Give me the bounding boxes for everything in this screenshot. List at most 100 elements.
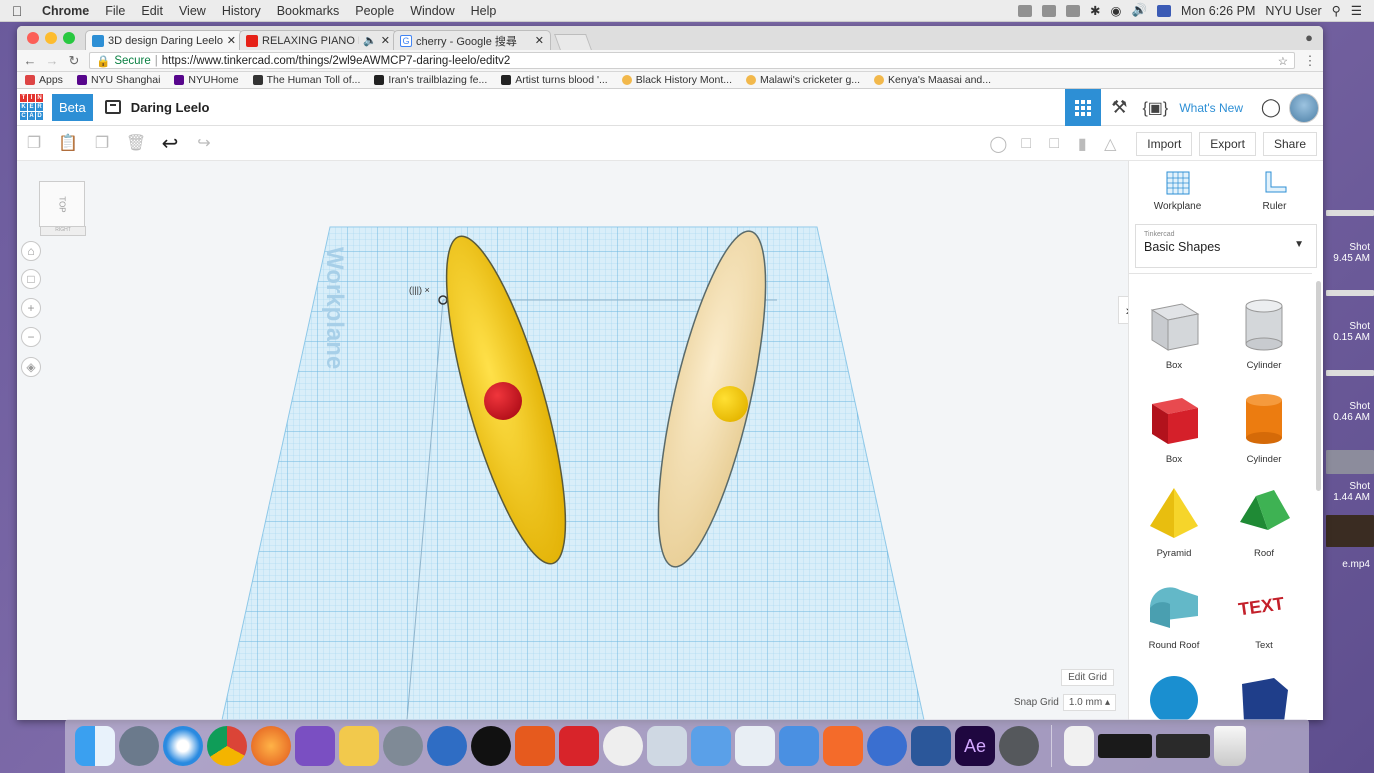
- desktop-file[interactable]: Shot 9.45 AM: [1322, 242, 1374, 264]
- menu-edit[interactable]: Edit: [133, 4, 171, 18]
- workplane-scene[interactable]: Workplane (|||) ×: [17, 161, 1128, 720]
- tab-tinkercad[interactable]: 3D design Daring Leelo | Tinkerc ✕: [85, 30, 243, 50]
- finder-icon[interactable]: [75, 726, 115, 766]
- home-view-button[interactable]: ⌂: [21, 241, 41, 261]
- bookmark-item[interactable]: Kenya's Maasai and...: [874, 74, 991, 86]
- network-icon[interactable]: [647, 726, 687, 766]
- workplane-tool[interactable]: Workplane: [1129, 170, 1226, 216]
- paste-icon[interactable]: 📋: [51, 133, 85, 153]
- bluetooth-icon[interactable]: ✱: [1090, 3, 1100, 18]
- clock[interactable]: Mon 6:26 PM: [1181, 4, 1255, 18]
- tab-google[interactable]: G cherry - Google 搜尋 ✕: [393, 30, 551, 50]
- menu-window[interactable]: Window: [402, 4, 462, 18]
- apple-icon[interactable]: : [0, 3, 34, 19]
- bookmark-item[interactable]: Black History Mont...: [621, 74, 732, 86]
- chrome-icon[interactable]: [207, 726, 247, 766]
- system-preferences-icon[interactable]: [999, 726, 1039, 766]
- new-tab-button[interactable]: [554, 34, 592, 50]
- close-tab-icon[interactable]: ✕: [535, 34, 544, 47]
- desktop-file-thumb[interactable]: [1326, 210, 1374, 216]
- shape-pyramid[interactable]: Pyramid: [1129, 482, 1219, 559]
- bookmark-item[interactable]: The Human Toll of...: [252, 74, 360, 86]
- edit-grid-button[interactable]: Edit Grid: [1061, 669, 1114, 686]
- bookmark-item[interactable]: NYU Shanghai: [76, 74, 160, 86]
- status-app-icon[interactable]: [1042, 4, 1057, 17]
- shape-sphere[interactable]: [1129, 666, 1219, 720]
- shape-cylinder[interactable]: Cylinder: [1219, 388, 1309, 465]
- status-app-icon[interactable]: [1066, 4, 1081, 17]
- desktop-file-thumb[interactable]: [1326, 450, 1374, 474]
- whats-new-link[interactable]: What's New: [1179, 101, 1243, 115]
- 3d-view-button[interactable]: [1065, 89, 1102, 126]
- gear-app-icon[interactable]: [603, 726, 643, 766]
- bookmark-item[interactable]: NYUHome: [174, 74, 239, 86]
- chrome-profile-icon[interactable]: ●: [1305, 30, 1313, 45]
- desktop-file[interactable]: Shot 1.44 AM: [1322, 481, 1374, 503]
- word-icon[interactable]: [911, 726, 951, 766]
- trash-icon[interactable]: [1214, 726, 1246, 766]
- notification-center-icon[interactable]: ☰: [1351, 3, 1362, 18]
- menu-bookmarks[interactable]: Bookmarks: [269, 4, 348, 18]
- lightbulb-icon[interactable]: ◯: [984, 134, 1012, 154]
- zoom-out-button[interactable]: −: [21, 327, 41, 347]
- chrome-menu-icon[interactable]: ⋮: [1303, 53, 1317, 69]
- mirror-icon[interactable]: △: [1096, 134, 1124, 154]
- menu-view[interactable]: View: [171, 4, 214, 18]
- zoom-in-button[interactable]: +: [21, 298, 41, 318]
- folder-stack-icon[interactable]: [1156, 734, 1210, 758]
- bookmark-star-icon[interactable]: ☆: [1278, 54, 1288, 68]
- close-window-button[interactable]: [27, 32, 39, 44]
- menu-help[interactable]: Help: [463, 4, 505, 18]
- perspective-button[interactable]: ◈: [21, 357, 41, 377]
- shape-box[interactable]: Box: [1129, 388, 1219, 465]
- undo-icon[interactable]: ↩: [153, 131, 187, 156]
- audio-icon[interactable]: 🔈: [363, 34, 377, 47]
- view-cube[interactable]: TOP RIGHT: [39, 181, 86, 236]
- user-name[interactable]: NYU User: [1265, 4, 1321, 18]
- share-button[interactable]: Share: [1262, 131, 1317, 156]
- align-icon[interactable]: ▮: [1068, 134, 1096, 154]
- shape-polygon[interactable]: [1219, 666, 1309, 720]
- firefox-icon[interactable]: [251, 726, 291, 766]
- wifi-icon[interactable]: ◉: [1111, 3, 1122, 18]
- status-app-icon[interactable]: [1018, 4, 1033, 17]
- imovie-icon[interactable]: [295, 726, 335, 766]
- safari-icon[interactable]: [163, 726, 203, 766]
- design-list-icon[interactable]: [104, 100, 121, 114]
- keynote-icon[interactable]: [779, 726, 819, 766]
- reload-icon[interactable]: ↻: [67, 53, 81, 69]
- omnibox[interactable]: 🔒 Secure | https://www.tinkercad.com/thi…: [89, 52, 1295, 69]
- desktop-file[interactable]: Shot 0.46 AM: [1322, 401, 1374, 423]
- matlab-icon[interactable]: [515, 726, 555, 766]
- document-icon[interactable]: [1064, 726, 1094, 766]
- launchpad-icon[interactable]: [119, 726, 159, 766]
- panel-scrollbar[interactable]: [1316, 281, 1321, 491]
- fit-view-button[interactable]: □: [21, 269, 41, 289]
- bookmark-apps[interactable]: Apps: [25, 74, 63, 86]
- design-name[interactable]: Daring Leelo: [131, 100, 210, 115]
- bookmark-item[interactable]: Iran's trailblazing fe...: [374, 74, 487, 86]
- mathematica-icon[interactable]: [559, 726, 599, 766]
- windows-icon[interactable]: [867, 726, 907, 766]
- desktop-file-thumb[interactable]: [1326, 515, 1374, 547]
- zoom-window-button[interactable]: [63, 32, 75, 44]
- after-effects-icon[interactable]: Ae: [955, 726, 995, 766]
- solid-icon[interactable]: □: [1012, 135, 1040, 153]
- pickaxe-icon[interactable]: ⚒: [1101, 97, 1137, 118]
- close-tab-icon[interactable]: ✕: [227, 34, 236, 47]
- r-icon[interactable]: [427, 726, 467, 766]
- snap-grid-select[interactable]: 1.0 mm ▴: [1062, 694, 1116, 711]
- tab-youtube[interactable]: RELAXING PIANO Disney Pi 🔈 ✕: [239, 30, 397, 50]
- webex-icon[interactable]: [339, 726, 379, 766]
- desktop-file-thumb[interactable]: [1326, 290, 1374, 296]
- shape-text[interactable]: TEXT Text: [1219, 574, 1309, 651]
- p-app-icon[interactable]: [471, 726, 511, 766]
- shape-box-transparent[interactable]: Box: [1129, 294, 1219, 371]
- beta-badge[interactable]: Beta: [52, 93, 93, 121]
- shape-roof[interactable]: Roof: [1219, 482, 1309, 559]
- spotlight-icon[interactable]: ⚲: [1332, 3, 1341, 18]
- volume-icon[interactable]: 🔊: [1131, 3, 1147, 18]
- pages-icon[interactable]: [691, 726, 731, 766]
- menu-people[interactable]: People: [347, 4, 402, 18]
- shape-round-roof[interactable]: Round Roof: [1129, 574, 1219, 651]
